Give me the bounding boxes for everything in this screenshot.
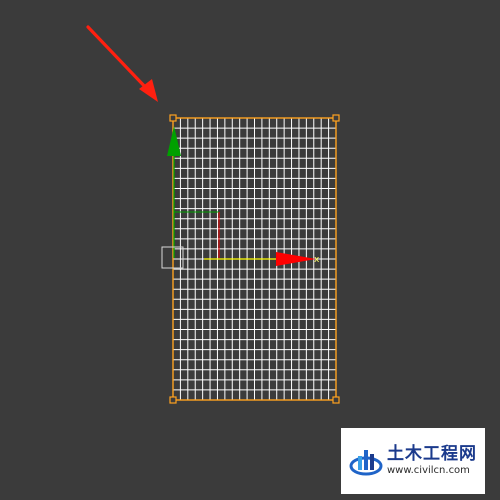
- viewport-scene[interactable]: x: [0, 0, 500, 500]
- watermark-url: www.civilcn.com: [387, 464, 470, 476]
- corner-handle[interactable]: [332, 396, 340, 404]
- watermark-title: 土木工程网: [387, 443, 477, 464]
- corner-handle[interactable]: [169, 114, 177, 122]
- corner-handle[interactable]: [332, 114, 340, 122]
- site-watermark: 土木工程网 www.civilcn.com: [341, 428, 485, 494]
- corner-handle[interactable]: [169, 396, 177, 404]
- gizmo-x-label: x: [314, 255, 320, 265]
- 3d-viewport[interactable]: x 土木工程网 www.civilcn.com: [0, 0, 500, 500]
- civilcn-logo-icon: [349, 450, 383, 476]
- move-gizmo[interactable]: x: [161, 126, 320, 269]
- gizmo-y-arrow-icon[interactable]: [167, 126, 181, 156]
- gizmo-x-arrow-icon[interactable]: [276, 252, 316, 266]
- red-pointer-arrow-icon: [86, 25, 158, 102]
